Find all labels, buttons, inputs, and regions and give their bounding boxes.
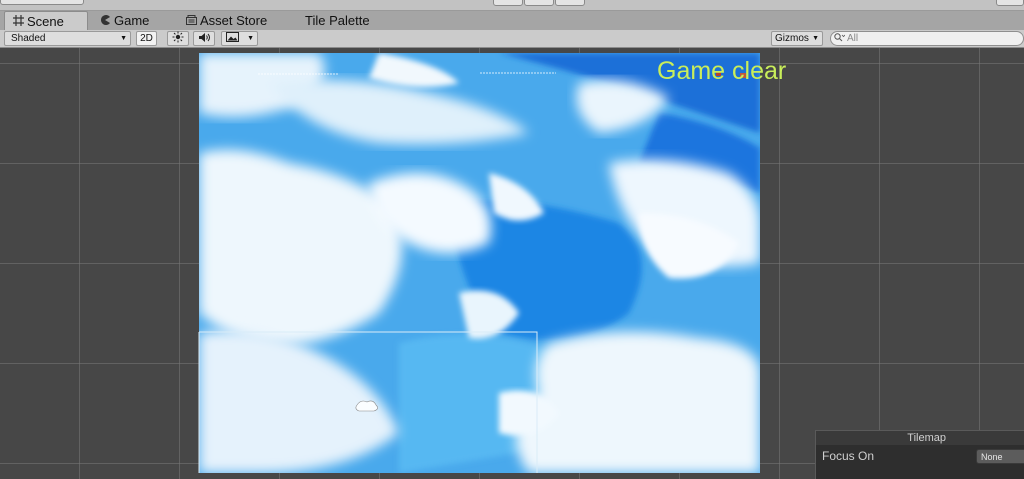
game-clear-text: Game clear [657, 57, 787, 85]
tilemap-focus-panel: Tilemap Focus On None [815, 430, 1024, 479]
unity-editor-scene-window: Scene Game Asset Store Tile Palette Shad… [0, 0, 1024, 479]
step-button[interactable] [555, 0, 585, 6]
store-icon [185, 14, 197, 27]
2d-mode-label: 2D [140, 33, 153, 44]
tab-bar: Scene Game Asset Store Tile Palette [0, 11, 1024, 31]
focus-on-value: None [981, 452, 1003, 462]
tab-scene[interactable]: Scene [4, 11, 88, 30]
sun-icon [172, 31, 184, 46]
tab-tile-palette-label: Tile Palette [305, 13, 370, 28]
image-icon [226, 32, 239, 45]
top-left-control[interactable] [0, 0, 84, 5]
gizmos-dropdown[interactable]: Gizmos ▼ [771, 31, 823, 46]
search-icon [834, 32, 846, 45]
pacman-icon [99, 14, 111, 27]
scene-toolbar: Shaded ▼ 2D ▼ Gizmos ▼ All [0, 30, 1024, 48]
tab-game-label: Game [114, 13, 150, 28]
focus-on-dropdown[interactable]: None [976, 449, 1024, 464]
search-placeholder: All [847, 33, 859, 44]
tab-game[interactable]: Game [99, 11, 179, 30]
pause-button[interactable] [524, 0, 554, 6]
audio-toggle[interactable] [193, 31, 215, 46]
tab-asset-store[interactable]: Asset Store [185, 11, 285, 30]
tilemap-collider-outline [198, 72, 556, 473]
scene-viewport[interactable] [0, 48, 1024, 479]
tab-scene-label: Scene [27, 13, 64, 29]
chevron-down-icon: ▼ [812, 35, 819, 42]
play-button[interactable] [493, 0, 523, 6]
chevron-down-icon: ▼ [120, 35, 127, 42]
top-right-control[interactable] [996, 0, 1024, 6]
tab-asset-store-label: Asset Store [200, 13, 268, 28]
draw-mode-label: Shaded [11, 33, 46, 44]
speaker-icon [198, 32, 211, 46]
lighting-toggle[interactable] [167, 31, 189, 46]
hierarchy-search-input[interactable]: All [830, 31, 1024, 46]
gizmos-label: Gizmos [775, 33, 809, 44]
top-strip [0, 0, 1024, 11]
tab-tile-palette[interactable]: Tile Palette [305, 11, 385, 30]
focus-on-label: Focus On [822, 449, 875, 463]
2d-mode-toggle[interactable]: 2D [136, 31, 157, 46]
draw-mode-dropdown[interactable]: Shaded ▼ [4, 31, 131, 46]
chevron-down-icon: ▼ [247, 35, 254, 42]
effects-dropdown[interactable]: ▼ [221, 31, 258, 46]
grid-icon [12, 15, 24, 27]
tilemap-panel-title: Tilemap [816, 431, 1024, 445]
